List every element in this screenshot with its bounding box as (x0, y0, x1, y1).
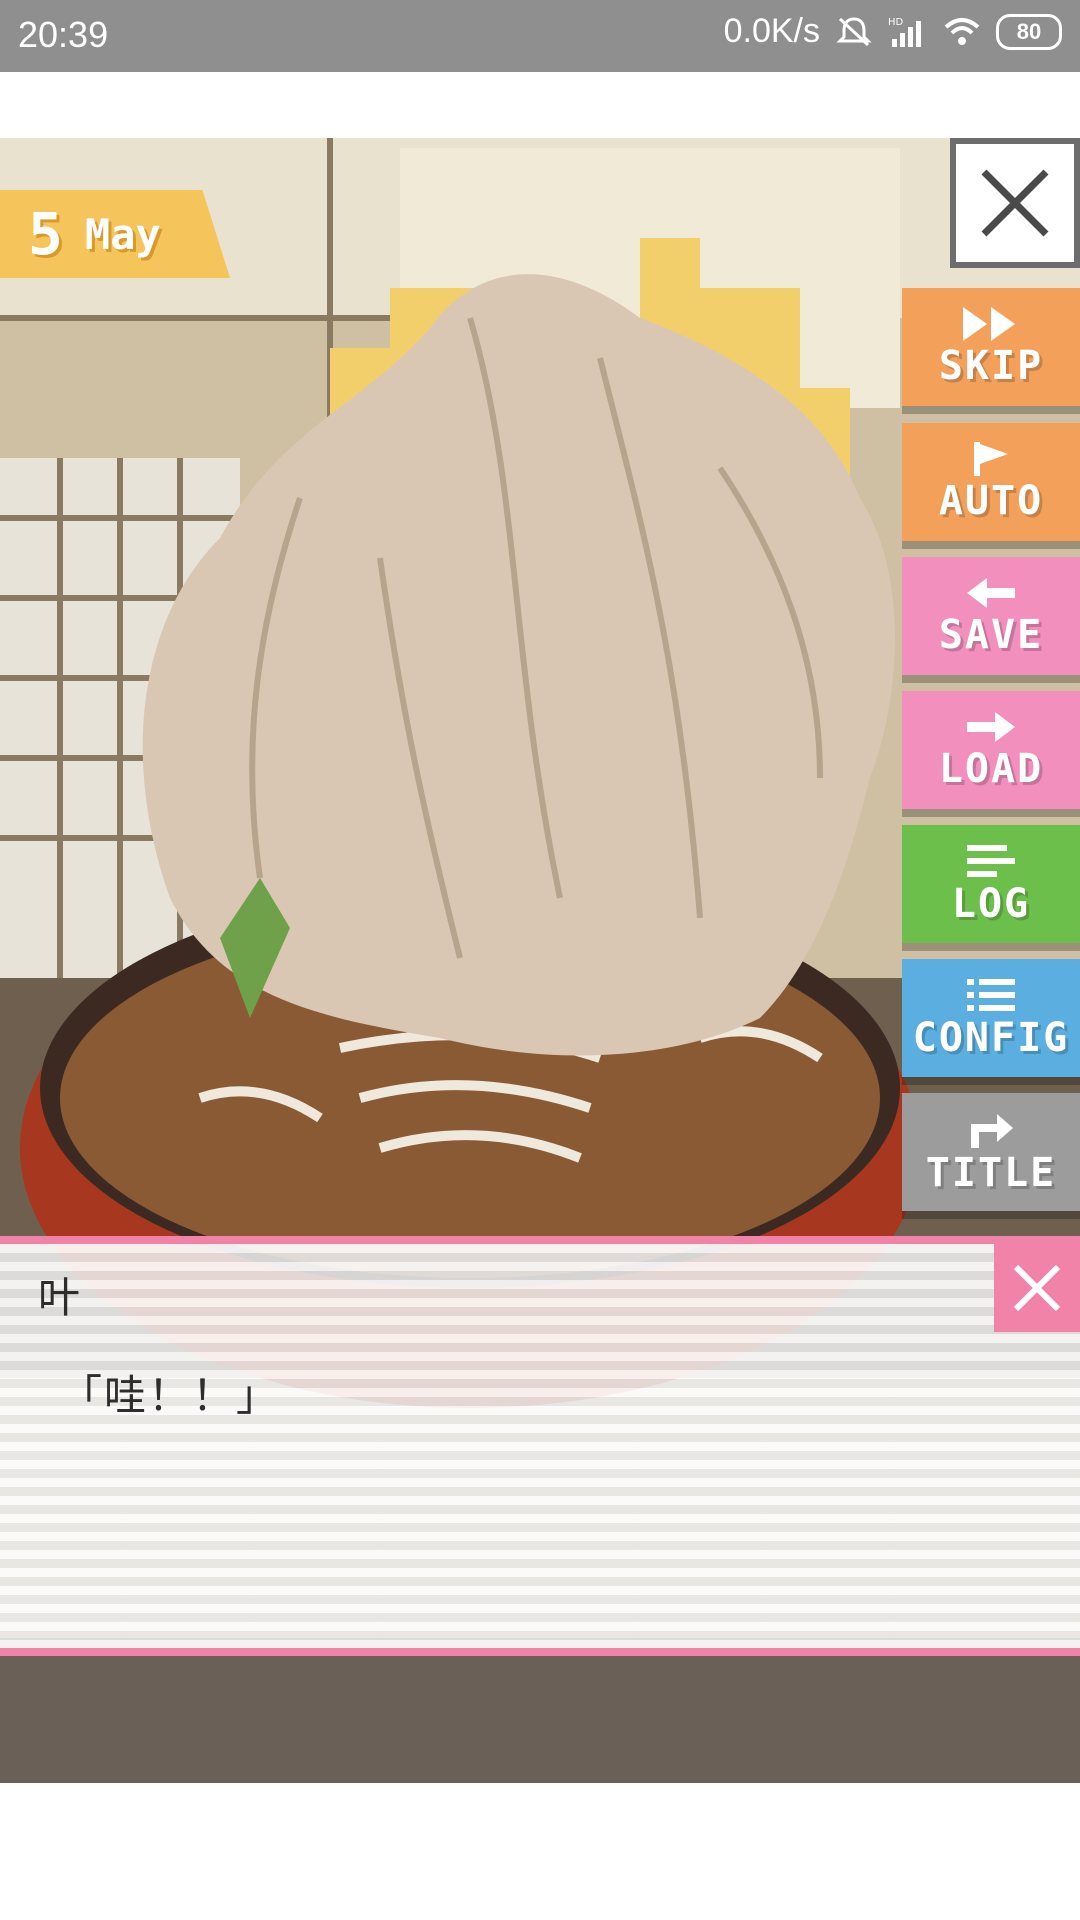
arrow-right-icon (967, 712, 1015, 742)
title-button[interactable]: TITLE (902, 1093, 1080, 1211)
hd-label: HD (888, 17, 904, 28)
date-day: 5 (28, 200, 63, 268)
dialogue-box[interactable]: 叶 「哇！！」 (0, 1236, 1080, 1656)
close-icon (1013, 1264, 1061, 1312)
network-speed: 0.0K/s (723, 12, 820, 50)
turn-right-arrow-icon (971, 1114, 1013, 1148)
lines-icon (967, 845, 1015, 877)
save-button[interactable]: SAVE (902, 557, 1080, 675)
load-button[interactable]: LOAD (902, 691, 1080, 809)
config-label: CONFIG (912, 1015, 1070, 1061)
mute-bell-icon (836, 16, 872, 46)
hide-dialogue-button[interactable] (994, 1244, 1080, 1332)
game-screen[interactable]: 5 May SKIP AUTO SAVE LOAD LOG CONFIG TIT… (0, 138, 1080, 1783)
auto-label: AUTO (938, 478, 1044, 524)
date-month: May (84, 209, 161, 259)
status-bar: 20:39 0.0K/s HD 80 (0, 0, 1080, 72)
title-label: TITLE (925, 1150, 1057, 1196)
cellular-signal-icon: HD (888, 17, 921, 47)
dialogue-text: 「哇！！」 (60, 1371, 281, 1420)
close-icon (981, 169, 1049, 237)
date-badge: 5 May (0, 190, 230, 278)
wifi-icon (944, 17, 980, 45)
skip-label: SKIP (938, 343, 1044, 389)
skip-button[interactable]: SKIP (902, 288, 1080, 406)
config-button[interactable]: CONFIG (902, 959, 1080, 1077)
fast-forward-icon (963, 307, 1015, 341)
arrow-left-icon (967, 578, 1015, 608)
battery-icon: 80 (996, 13, 1062, 50)
log-button[interactable]: LOG (902, 825, 1080, 943)
list-icon (967, 979, 1015, 1011)
status-icons: 0.0K/s HD 80 (724, 12, 1062, 51)
speaker-name: 叶 (38, 1273, 81, 1322)
log-label: LOG (951, 881, 1031, 927)
load-label: LOAD (938, 746, 1044, 792)
play-flag-icon (974, 442, 1008, 476)
save-label: SAVE (938, 612, 1044, 658)
close-menu-button[interactable] (950, 138, 1080, 268)
auto-button[interactable]: AUTO (902, 423, 1080, 541)
clock: 20:39 (18, 14, 109, 55)
